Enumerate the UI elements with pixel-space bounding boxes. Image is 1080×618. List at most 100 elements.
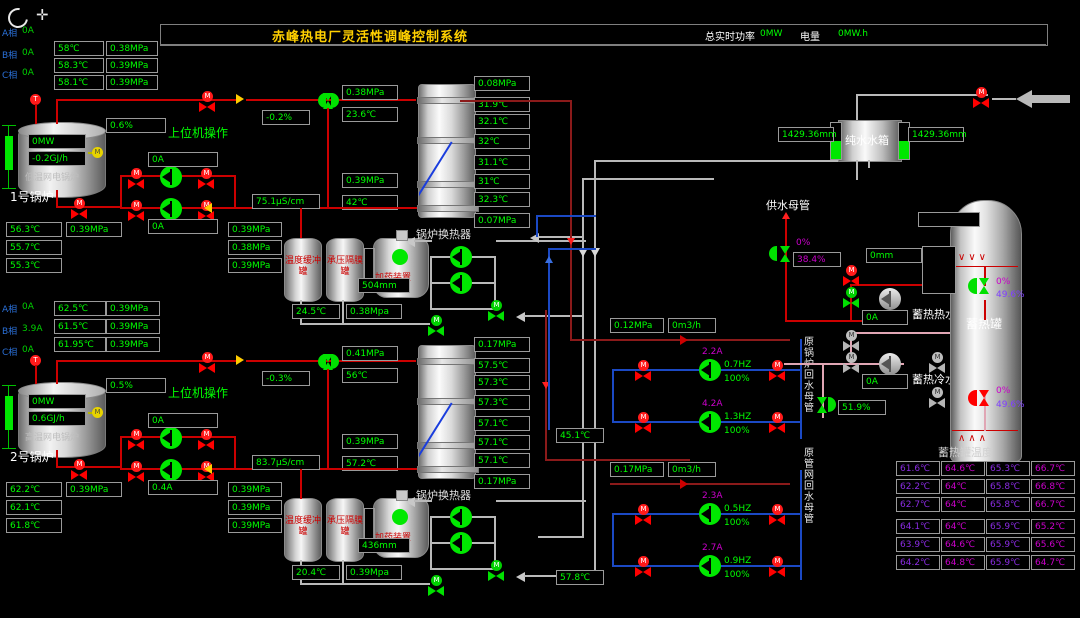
- supply-main-riser: [785, 216, 787, 322]
- l2-sec-pump-1[interactable]: [450, 506, 472, 528]
- cl-supply-line: [610, 483, 790, 485]
- cu-valve-1[interactable]: [635, 371, 651, 382]
- cl-valve-4[interactable]: [769, 567, 785, 578]
- b2-outlet-valve-motor[interactable]: M: [74, 459, 85, 470]
- sp-cold-valve3-motor[interactable]: M: [932, 352, 943, 363]
- b1-supply-riser: [56, 99, 58, 124]
- sp-cold-valve-2[interactable]: [843, 363, 859, 374]
- cu-valve1-motor[interactable]: M: [638, 360, 649, 371]
- cl-valve-1[interactable]: [635, 515, 651, 526]
- b2-outlet-valve[interactable]: [71, 470, 87, 481]
- l1-heat-exchanger[interactable]: [417, 84, 479, 218]
- b1-valve2-motor[interactable]: M: [201, 168, 212, 179]
- b1-top-temp-1: 58℃: [54, 41, 104, 56]
- l2-sec-valve1-motor[interactable]: M: [491, 560, 502, 571]
- l1-supply-temp: 23.6℃: [342, 107, 398, 122]
- sp-cold-valve2-motor[interactable]: M: [846, 352, 857, 363]
- b1-bot-temp-2: 55.7℃: [6, 240, 62, 255]
- l2-hex-temp-2: 57.3℃: [474, 375, 530, 390]
- cl-valve2-motor[interactable]: M: [772, 504, 783, 515]
- b2-pump-1[interactable]: [160, 427, 182, 449]
- b2-header-valve-motor[interactable]: M: [202, 352, 213, 363]
- l2-supply-press: 0.41MPa: [342, 346, 398, 361]
- hmi-canvas: ✛ 赤峰热电厂灵活性调峰控制系统 总实时功率 0MW 电量 0MW.h A相 0…: [0, 0, 1080, 618]
- sp-hot-valve2-motor[interactable]: M: [846, 287, 857, 298]
- l2-return-press: 0.39MPa: [342, 434, 398, 449]
- sp-cold-valve-1[interactable]: [843, 341, 859, 352]
- b1-pump-1[interactable]: [160, 166, 182, 188]
- l2-heat-exchanger[interactable]: [417, 345, 479, 479]
- b1-header-valve[interactable]: [199, 102, 215, 113]
- cu-valve-4[interactable]: [769, 423, 785, 434]
- total-power-value: 0MW: [760, 29, 783, 39]
- sp-cold-pump[interactable]: [879, 353, 901, 375]
- sp-hot-valve1-motor[interactable]: M: [846, 265, 857, 276]
- cl-pump-1[interactable]: [699, 503, 721, 525]
- l1-sec-arrow-1: [406, 237, 415, 247]
- b2-valve-1[interactable]: [128, 440, 144, 451]
- pwt-inlet-valve-motor[interactable]: M: [976, 87, 987, 98]
- b1-outlet-valve[interactable]: [71, 209, 87, 220]
- cu-valve3-motor[interactable]: M: [638, 412, 649, 423]
- b2-motor-icon[interactable]: M: [92, 407, 103, 418]
- cu-valve4-motor[interactable]: M: [772, 412, 783, 423]
- b1-outlet-valve-motor[interactable]: M: [74, 198, 85, 209]
- l2-buffer-tank[interactable]: 温度缓冲罐: [284, 498, 322, 562]
- cl-valve3-motor[interactable]: M: [638, 556, 649, 567]
- sp-hot-valve-2[interactable]: [843, 298, 859, 309]
- l1-level: 504mm: [358, 278, 410, 293]
- b2-header-valve[interactable]: [199, 363, 215, 374]
- cl-valve-2[interactable]: [769, 515, 785, 526]
- cl-valve-3[interactable]: [635, 567, 651, 578]
- b1-valve-1[interactable]: [128, 179, 144, 190]
- b2-top-temp-1: 62.5℃: [54, 301, 106, 316]
- l1-sec-pump-1[interactable]: [450, 246, 472, 268]
- cl-valve1-motor[interactable]: M: [638, 504, 649, 515]
- cu-valve-3[interactable]: [635, 423, 651, 434]
- b1-valve3-motor[interactable]: M: [131, 200, 142, 211]
- cu-pump-1[interactable]: [699, 359, 721, 381]
- l2-sec-arrow-1: [406, 497, 415, 507]
- b1-motor-icon[interactable]: M: [92, 147, 103, 158]
- sp-cold-valve-4[interactable]: [929, 398, 945, 409]
- l1-buffer-tank[interactable]: 温度缓冲罐: [284, 238, 322, 302]
- l2-sec-valve-2[interactable]: [428, 586, 444, 597]
- cl-press: 0.17MPa: [610, 462, 664, 477]
- b2-pump-2[interactable]: [160, 459, 182, 481]
- pwt-level-right: 1429.36mm: [908, 127, 967, 142]
- l1-sec-pump-2[interactable]: [450, 272, 472, 294]
- b2-valve-2[interactable]: [198, 440, 214, 451]
- l2-sec-valve-1[interactable]: [488, 571, 504, 582]
- l2-sec-valve2-motor[interactable]: M: [431, 575, 442, 586]
- l1-sec-valve-1[interactable]: [488, 311, 504, 322]
- b1-header-valve-motor[interactable]: M: [202, 91, 213, 102]
- l1-sec-valve-2[interactable]: [428, 326, 444, 337]
- trunk-blue-hdr-riser: [536, 215, 538, 237]
- pwt-inlet-valve[interactable]: [973, 98, 989, 109]
- b1-valve1-motor[interactable]: M: [131, 168, 142, 179]
- sp-cold-valve4-motor[interactable]: M: [932, 387, 943, 398]
- cu-valve2-motor[interactable]: M: [772, 360, 783, 371]
- sp-hot-pump[interactable]: [879, 288, 901, 310]
- l1-sec-valve1-motor[interactable]: M: [491, 300, 502, 311]
- cu-valve-2[interactable]: [769, 371, 785, 382]
- cu-pump-2[interactable]: [699, 411, 721, 433]
- l2-sec-pump-2[interactable]: [450, 532, 472, 554]
- cl-pump-2[interactable]: [699, 555, 721, 577]
- storage-temp-cell: 62.7℃: [896, 497, 940, 512]
- b1-power: 0MW: [28, 134, 86, 149]
- sp-hot-valve-1[interactable]: [843, 276, 859, 287]
- b1-valve-3[interactable]: [128, 211, 144, 222]
- b2-valve3-motor[interactable]: M: [131, 461, 142, 472]
- cl-valve4-motor[interactable]: M: [772, 556, 783, 567]
- b2-valve-3[interactable]: [128, 472, 144, 483]
- l2-hex-temp-1: 57.5℃: [474, 358, 530, 373]
- l1-side-press-2: 0.38MPa: [228, 240, 282, 255]
- b2-valve1-motor[interactable]: M: [131, 429, 142, 440]
- sp-cold-valve1-motor[interactable]: M: [846, 330, 857, 341]
- b2-valve2-motor[interactable]: M: [201, 429, 212, 440]
- l1-sec-valve2-motor[interactable]: M: [431, 315, 442, 326]
- b1-pump-2[interactable]: [160, 198, 182, 220]
- b1-valve-2[interactable]: [198, 179, 214, 190]
- l1-supply-press: 0.38MPa: [342, 85, 398, 100]
